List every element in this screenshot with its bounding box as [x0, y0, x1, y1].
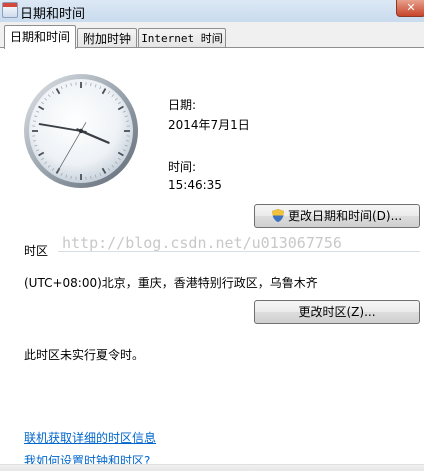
date-value: 2014年7月1日 [168, 116, 250, 133]
change-timezone-button[interactable]: 更改时区(Z)... [254, 300, 420, 324]
time-label: 时间: [168, 158, 196, 175]
change-date-time-button[interactable]: 更改日期和时间(D)... [254, 204, 420, 228]
change-date-time-label: 更改日期和时间(D)... [288, 209, 402, 223]
close-icon: ✕ [406, 1, 415, 14]
clock-center [79, 129, 83, 133]
dst-note: 此时区未实行夏令时。 [24, 346, 144, 363]
tab-additional-clocks[interactable]: 附加时钟 [77, 28, 137, 49]
calendar-icon [2, 2, 18, 18]
shield-icon [272, 209, 284, 222]
tab-internet-time[interactable]: Internet 时间 [138, 28, 226, 49]
date-label: 日期: [168, 96, 196, 113]
timezone-value: (UTC+08:00)北京，重庆，香港特别行政区，乌鲁木齐 [24, 274, 318, 291]
tab-strip: 日期和时间 附加时钟 Internet 时间 [0, 22, 424, 48]
window-title: 日期和时间 [20, 3, 85, 22]
analog-clock [22, 72, 140, 190]
title-bar: 日期和时间 ✕ [0, 0, 424, 22]
time-value: 15:46:35 [168, 178, 222, 192]
timezone-header: 时区 [24, 242, 48, 259]
close-button[interactable]: ✕ [396, 0, 424, 17]
tab-date-time[interactable]: 日期和时间 [4, 25, 76, 49]
tab-panel: 日期: 2014年7月1日 时间: 15:46:35 更改日期和时间(D)...… [0, 48, 424, 470]
online-timezone-info-link[interactable]: 联机获取详细的时区信息 [24, 429, 156, 446]
watermark: http://blog.csdn.net/u013067756 [62, 234, 342, 252]
